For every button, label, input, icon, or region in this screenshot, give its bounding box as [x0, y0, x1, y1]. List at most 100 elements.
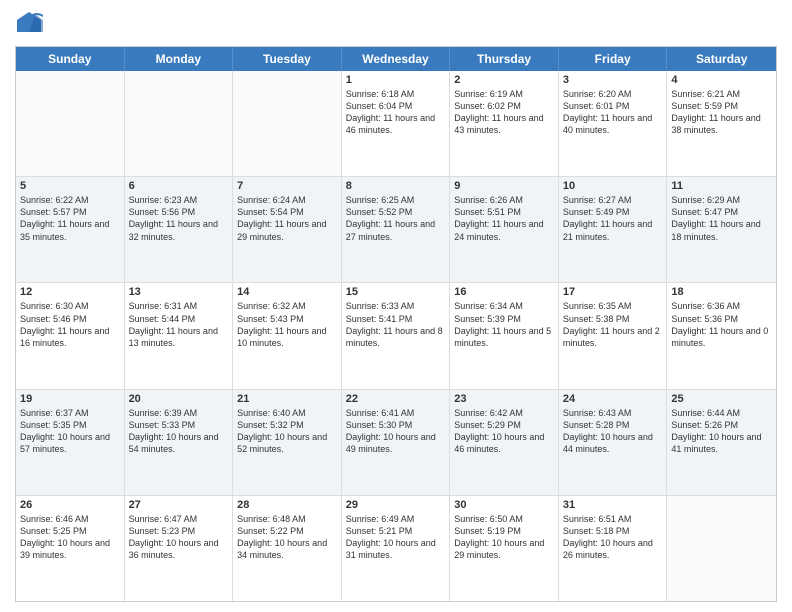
calendar-body: 1 Sunrise: 6:18 AMSunset: 6:04 PMDaylight…: [16, 71, 776, 601]
day-number: 7: [237, 180, 337, 192]
cell-info: Sunrise: 6:50 AMSunset: 5:19 PMDaylight:…: [454, 513, 554, 562]
day-number: 21: [237, 393, 337, 405]
day-cell-22: 22 Sunrise: 6:41 AMSunset: 5:30 PMDayligh…: [342, 390, 451, 495]
calendar-header: SundayMondayTuesdayWednesdayThursdayFrid…: [16, 47, 776, 71]
day-number: 31: [563, 499, 663, 511]
header-day-friday: Friday: [559, 47, 668, 71]
day-number: 19: [20, 393, 120, 405]
header-day-thursday: Thursday: [450, 47, 559, 71]
calendar-row-2: 12 Sunrise: 6:30 AMSunset: 5:46 PMDayligh…: [16, 282, 776, 388]
empty-cell: [125, 71, 234, 176]
day-number: 23: [454, 393, 554, 405]
day-cell-28: 28Sunrise: 6:48 AMSunset: 5:22 PMDayligh…: [233, 496, 342, 601]
cell-info: Sunrise: 6:48 AMSunset: 5:22 PMDaylight:…: [237, 513, 337, 562]
cell-info: Sunrise: 6:32 AMSunset: 5:43 PMDaylight:…: [237, 300, 337, 349]
cell-info: Sunrise: 6:20 AMSunset: 6:01 PMDaylight:…: [563, 88, 663, 137]
cell-info: Sunrise: 6:18 AMSunset: 6:04 PMDaylight:…: [346, 88, 446, 137]
day-cell-26: 26Sunrise: 6:46 AMSunset: 5:25 PMDayligh…: [16, 496, 125, 601]
day-number: 29: [346, 499, 446, 511]
day-cell-9: 9 Sunrise: 6:26 AMSunset: 5:51 PMDaylight…: [450, 177, 559, 282]
day-cell-24: 24 Sunrise: 6:43 AMSunset: 5:28 PMDayligh…: [559, 390, 668, 495]
day-cell-6: 6Sunrise: 6:23 AMSunset: 5:56 PMDaylight…: [125, 177, 234, 282]
cell-info: Sunrise: 6:25 AMSunset: 5:52 PMDaylight:…: [346, 194, 446, 243]
day-number: 16: [454, 286, 554, 298]
day-cell-11: 11 Sunrise: 6:29 AMSunset: 5:47 PMDayligh…: [667, 177, 776, 282]
day-number: 17: [563, 286, 663, 298]
cell-info: Sunrise: 6:41 AMSunset: 5:30 PMDaylight:…: [346, 407, 446, 456]
cell-info: Sunrise: 6:43 AMSunset: 5:28 PMDaylight:…: [563, 407, 663, 456]
day-cell-8: 8 Sunrise: 6:25 AMSunset: 5:52 PMDaylight…: [342, 177, 451, 282]
cell-info: Sunrise: 6:26 AMSunset: 5:51 PMDaylight:…: [454, 194, 554, 243]
day-cell-21: 21 Sunrise: 6:40 AMSunset: 5:32 PMDayligh…: [233, 390, 342, 495]
header-day-saturday: Saturday: [667, 47, 776, 71]
day-cell-7: 7 Sunrise: 6:24 AMSunset: 5:54 PMDaylight…: [233, 177, 342, 282]
day-cell-13: 13 Sunrise: 6:31 AMSunset: 5:44 PMDayligh…: [125, 283, 234, 388]
day-number: 11: [671, 180, 772, 192]
empty-cell: [233, 71, 342, 176]
day-cell-10: 10 Sunrise: 6:27 AMSunset: 5:49 PMDayligh…: [559, 177, 668, 282]
day-number: 10: [563, 180, 663, 192]
day-number: 12: [20, 286, 120, 298]
day-cell-15: 15 Sunrise: 6:33 AMSunset: 5:41 PMDayligh…: [342, 283, 451, 388]
calendar: SundayMondayTuesdayWednesdayThursdayFrid…: [15, 46, 777, 602]
header-day-monday: Monday: [125, 47, 234, 71]
day-number: 15: [346, 286, 446, 298]
cell-info: Sunrise: 6:33 AMSunset: 5:41 PMDaylight:…: [346, 300, 446, 349]
day-cell-2: 2 Sunrise: 6:19 AMSunset: 6:02 PMDaylight…: [450, 71, 559, 176]
day-number: 20: [129, 393, 229, 405]
day-cell-23: 23 Sunrise: 6:42 AMSunset: 5:29 PMDayligh…: [450, 390, 559, 495]
calendar-row-1: 5 Sunrise: 6:22 AMSunset: 5:57 PMDaylight…: [16, 176, 776, 282]
day-number: 25: [671, 393, 772, 405]
day-cell-16: 16 Sunrise: 6:34 AMSunset: 5:39 PMDayligh…: [450, 283, 559, 388]
day-cell-31: 31 Sunrise: 6:51 AMSunset: 5:18 PMDayligh…: [559, 496, 668, 601]
day-cell-20: 20 Sunrise: 6:39 AMSunset: 5:33 PMDayligh…: [125, 390, 234, 495]
day-number: 8: [346, 180, 446, 192]
header-day-sunday: Sunday: [16, 47, 125, 71]
day-number: 24: [563, 393, 663, 405]
cell-info: Sunrise: 6:29 AMSunset: 5:47 PMDaylight:…: [671, 194, 772, 243]
page: SundayMondayTuesdayWednesdayThursdayFrid…: [0, 0, 792, 612]
day-cell-3: 3 Sunrise: 6:20 AMSunset: 6:01 PMDaylight…: [559, 71, 668, 176]
day-number: 2: [454, 74, 554, 86]
cell-info: Sunrise: 6:42 AMSunset: 5:29 PMDaylight:…: [454, 407, 554, 456]
cell-info: Sunrise: 6:37 AMSunset: 5:35 PMDaylight:…: [20, 407, 120, 456]
cell-info: Sunrise: 6:27 AMSunset: 5:49 PMDaylight:…: [563, 194, 663, 243]
cell-info: Sunrise: 6:51 AMSunset: 5:18 PMDaylight:…: [563, 513, 663, 562]
day-number: 26: [20, 499, 120, 511]
day-cell-1: 1 Sunrise: 6:18 AMSunset: 6:04 PMDaylight…: [342, 71, 451, 176]
cell-info: Sunrise: 6:24 AMSunset: 5:54 PMDaylight:…: [237, 194, 337, 243]
cell-info: Sunrise: 6:39 AMSunset: 5:33 PMDaylight:…: [129, 407, 229, 456]
header-day-tuesday: Tuesday: [233, 47, 342, 71]
day-number: 22: [346, 393, 446, 405]
day-number: 6: [129, 180, 229, 192]
day-number: 1: [346, 74, 446, 86]
day-cell-17: 17 Sunrise: 6:35 AMSunset: 5:38 PMDayligh…: [559, 283, 668, 388]
logo-icon: [15, 10, 43, 38]
day-cell-27: 27Sunrise: 6:47 AMSunset: 5:23 PMDayligh…: [125, 496, 234, 601]
cell-info: Sunrise: 6:40 AMSunset: 5:32 PMDaylight:…: [237, 407, 337, 456]
cell-info: Sunrise: 6:19 AMSunset: 6:02 PMDaylight:…: [454, 88, 554, 137]
day-cell-12: 12 Sunrise: 6:30 AMSunset: 5:46 PMDayligh…: [16, 283, 125, 388]
day-number: 18: [671, 286, 772, 298]
cell-info: Sunrise: 6:31 AMSunset: 5:44 PMDaylight:…: [129, 300, 229, 349]
day-cell-4: 4Sunrise: 6:21 AMSunset: 5:59 PMDaylight…: [667, 71, 776, 176]
day-number: 5: [20, 180, 120, 192]
day-number: 9: [454, 180, 554, 192]
calendar-row-3: 19 Sunrise: 6:37 AMSunset: 5:35 PMDayligh…: [16, 389, 776, 495]
cell-info: Sunrise: 6:30 AMSunset: 5:46 PMDaylight:…: [20, 300, 120, 349]
day-cell-25: 25Sunrise: 6:44 AMSunset: 5:26 PMDayligh…: [667, 390, 776, 495]
cell-info: Sunrise: 6:34 AMSunset: 5:39 PMDaylight:…: [454, 300, 554, 349]
header-day-wednesday: Wednesday: [342, 47, 451, 71]
day-number: 14: [237, 286, 337, 298]
day-cell-18: 18Sunrise: 6:36 AMSunset: 5:36 PMDayligh…: [667, 283, 776, 388]
day-number: 3: [563, 74, 663, 86]
day-number: 30: [454, 499, 554, 511]
day-number: 13: [129, 286, 229, 298]
logo: [15, 10, 46, 38]
cell-info: Sunrise: 6:22 AMSunset: 5:57 PMDaylight:…: [20, 194, 120, 243]
cell-info: Sunrise: 6:47 AMSunset: 5:23 PMDaylight:…: [129, 513, 229, 562]
day-cell-5: 5 Sunrise: 6:22 AMSunset: 5:57 PMDaylight…: [16, 177, 125, 282]
day-cell-30: 30 Sunrise: 6:50 AMSunset: 5:19 PMDayligh…: [450, 496, 559, 601]
cell-info: Sunrise: 6:35 AMSunset: 5:38 PMDaylight:…: [563, 300, 663, 349]
empty-cell: [16, 71, 125, 176]
